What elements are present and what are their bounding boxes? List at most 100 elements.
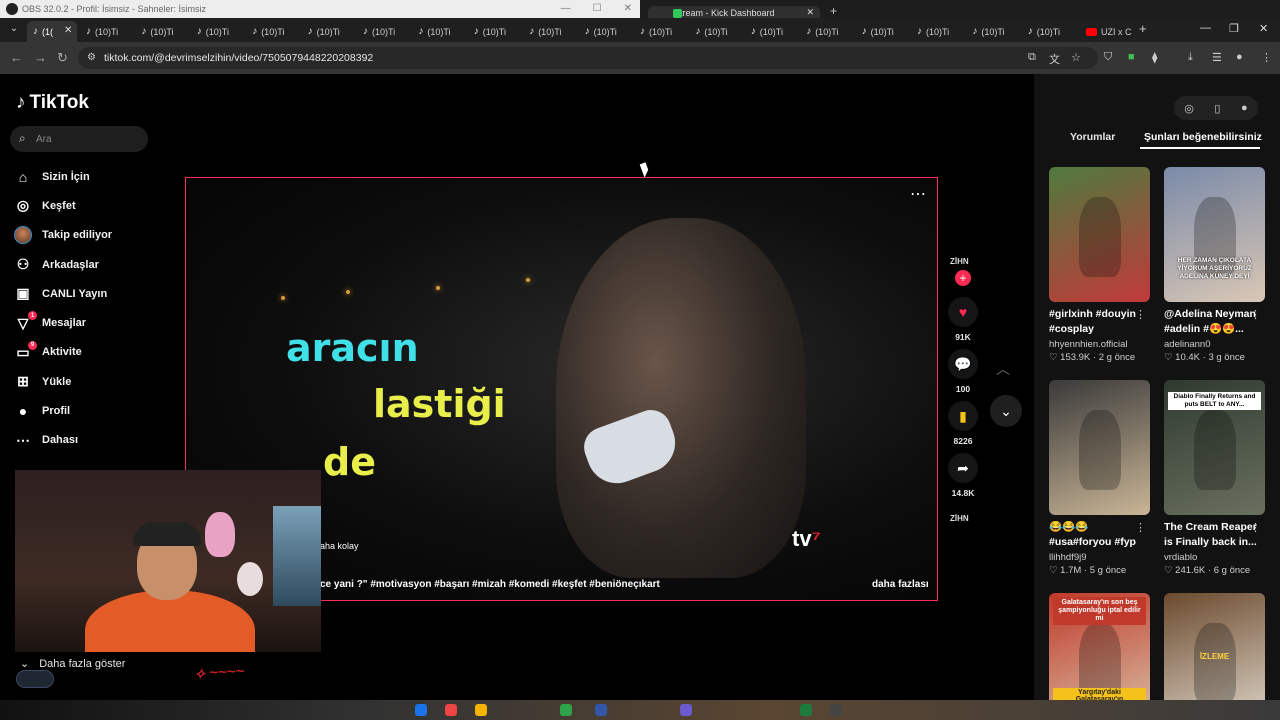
browser-tab[interactable]: ♪ (10)Ti <box>80 21 132 42</box>
sidebar-item-profile[interactable]: ● Profil <box>14 396 174 425</box>
install-app-icon[interactable]: ⧉ <box>1028 51 1036 64</box>
share-button[interactable]: ➦ 14.8K <box>947 453 979 498</box>
card-more-icon[interactable]: ⋮ <box>1250 308 1261 321</box>
taskbar-app-icon[interactable] <box>800 704 812 716</box>
tab-comments[interactable]: Yorumlar <box>1070 131 1115 143</box>
sidebar-item-messages[interactable]: ▽ 1 Mesajlar <box>14 308 174 337</box>
forward-icon[interactable]: → <box>34 50 47 65</box>
browser-tab[interactable]: ♪ (10)Ti <box>634 21 686 42</box>
sidebar-item-activity[interactable]: ▭ 9 Aktivite <box>14 338 174 367</box>
menu-icon[interactable]: ⋮ <box>1261 51 1272 64</box>
profile-icon[interactable]: ● <box>1236 51 1243 63</box>
tiktok-logo[interactable]: ♪ TikTok <box>16 92 89 114</box>
url-input[interactable]: ⚙ tiktok.com/@devrimselzihin/video/75050… <box>78 47 1098 69</box>
comment-button[interactable]: 💬 100 <box>947 349 979 394</box>
close-icon[interactable]: ✕ <box>1259 22 1268 35</box>
video-thumbnail[interactable]: Diablo Finally Returns and puts BELT to … <box>1164 380 1265 515</box>
video-thumbnail[interactable] <box>1049 167 1150 302</box>
browser-tab[interactable]: ♪ (10)Ti <box>579 21 631 42</box>
show-more-button[interactable]: ⌄ Daha fazla göster <box>20 657 125 671</box>
sound-disc[interactable]: ZİHN <box>950 514 969 523</box>
device-icon[interactable]: ▯ <box>1214 102 1220 115</box>
extension-green-icon[interactable]: ■ <box>1128 51 1135 63</box>
video-thumbnail[interactable]: HER ZAMAN ÇIKOLATA YİYORUM AŞERİYORUZ AD… <box>1164 167 1265 302</box>
browser-tab[interactable]: ♪ (10)Ti <box>856 21 908 42</box>
bookmark-star-icon[interactable]: ☆ <box>1071 51 1081 64</box>
browser-tab[interactable]: ♪ (10)Ti <box>246 21 298 42</box>
close-icon[interactable]: ✕ <box>806 7 814 18</box>
taskbar-app-icon[interactable] <box>475 704 487 716</box>
browser-tab[interactable]: ♪ (10)Ti <box>1022 21 1074 42</box>
card-author[interactable]: llihhdf9j9 <box>1049 552 1150 563</box>
maximize-icon[interactable]: ❐ <box>1229 22 1239 35</box>
taskbar-app-icon[interactable] <box>560 704 572 716</box>
close-icon[interactable]: ✕ <box>624 3 632 14</box>
taskbar-app-icon[interactable] <box>830 704 842 716</box>
browser-tab[interactable]: ♪ (10)Ti <box>357 21 409 42</box>
taskbar-app-icon[interactable] <box>680 704 692 716</box>
sidebar-item-upload[interactable]: ⊞ Yükle <box>14 367 174 396</box>
media-icon[interactable]: ☰ <box>1212 51 1222 64</box>
shield-icon[interactable]: ⛉ <box>1104 51 1112 64</box>
sidebar-item-compass[interactable]: ◎ Keşfet <box>14 191 174 220</box>
sidebar-item-live[interactable]: ▣ CANLI Yayın <box>14 279 174 308</box>
taskbar-app-icon[interactable] <box>445 704 457 716</box>
follow-plus-icon[interactable]: + <box>955 270 971 286</box>
browser-tab[interactable]: ♪ (10)Ti <box>302 21 354 42</box>
discover-icon[interactable]: ◎ <box>1184 102 1194 115</box>
minimize-icon[interactable]: — <box>1200 22 1211 34</box>
browser-tab[interactable]: ♪ (10)Ti <box>689 21 741 42</box>
new-tab-icon[interactable]: + <box>830 4 837 18</box>
browser-tab[interactable]: ♪ (10)Ti <box>135 21 187 42</box>
video-more-icon[interactable]: ⋯ <box>910 184 926 204</box>
extensions-icon[interactable]: ⧫ <box>1152 51 1157 64</box>
card-author[interactable]: adelinann0 <box>1164 339 1265 350</box>
video-thumbnail[interactable] <box>1049 380 1150 515</box>
browser-tab[interactable]: ♪ (10)Ti <box>523 21 575 42</box>
taskbar-app-icon[interactable] <box>595 704 607 716</box>
search-input[interactable]: ⌕ Ara <box>10 126 148 152</box>
card-more-icon[interactable]: ⋮ <box>1135 521 1146 534</box>
video-card[interactable]: 😂😂😂 #usa#foryou #fyp ⋮ llihhdf9j9 ♡ 1.7M · … <box>1049 380 1150 576</box>
creator-avatar[interactable]: ZİHN <box>950 257 969 266</box>
video-card[interactable]: #girlxinh #douyin #cosplay ⋮ hhyennhien.of… <box>1049 167 1150 363</box>
sidebar-item-home[interactable]: ⌂ Sizin İçin <box>14 162 174 191</box>
minimize-icon[interactable]: — <box>561 3 571 14</box>
video-card[interactable]: HER ZAMAN ÇIKOLATA YİYORUM AŞERİYORUZ AD… <box>1164 167 1265 363</box>
video-hashtags[interactable]: ce yani ?" #motivasyon #başarı #mizah #k… <box>320 579 660 590</box>
taskbar-app-icon[interactable] <box>415 704 427 716</box>
like-button[interactable]: ♥ 91K <box>947 297 979 342</box>
sidebar-item-friends[interactable]: ⚇ Arkadaşlar <box>14 250 174 279</box>
save-button[interactable]: ▮ 8226 <box>947 401 979 446</box>
translate-icon[interactable]: 文 <box>1049 51 1060 67</box>
browser-tab[interactable]: ♪ (10)Ti <box>911 21 963 42</box>
browser-tab[interactable]: ♪ (10)Ti <box>966 21 1018 42</box>
card-author[interactable]: hhyennhien.official <box>1049 339 1150 350</box>
maximize-icon[interactable]: ☐ <box>593 3 602 14</box>
browser-tab[interactable]: ♪ (10)Ti <box>468 21 520 42</box>
back-icon[interactable]: ← <box>10 50 23 65</box>
close-icon[interactable]: ✕ <box>64 25 72 36</box>
tab-suggested[interactable]: Şunları beğenebilirsiniz <box>1144 131 1262 143</box>
sidebar-item-more[interactable]: ⋯ Dahası <box>14 426 174 455</box>
card-author[interactable]: vrdiablo <box>1164 552 1265 563</box>
site-info-icon[interactable]: ⚙ <box>87 52 96 63</box>
tab-search-icon[interactable]: ⌄ <box>6 23 22 37</box>
card-more-icon[interactable]: ⋮ <box>1250 521 1261 534</box>
avatar[interactable]: ● <box>1241 102 1248 114</box>
video-card[interactable]: Diablo Finally Returns and puts BELT to … <box>1164 380 1265 576</box>
browser-tab[interactable]: ♪ (10)Ti <box>191 21 243 42</box>
browser-tab[interactable]: ♪ (10)Ti <box>800 21 852 42</box>
reload-icon[interactable]: ↻ <box>57 50 68 66</box>
card-more-icon[interactable]: ⋮ <box>1135 308 1146 321</box>
chevron-up-icon[interactable]: ︿ <box>996 359 1010 379</box>
download-icon[interactable]: ⤓ <box>1188 51 1193 64</box>
browser-tab[interactable]: UZI x C <box>1080 21 1132 42</box>
new-tab-icon[interactable]: + <box>1139 21 1147 36</box>
chevron-down-icon[interactable]: ⌄ <box>990 395 1022 427</box>
see-more-link[interactable]: daha fazlası <box>872 579 929 590</box>
app-toggle-icon[interactable] <box>16 670 54 688</box>
browser-tab[interactable]: ♪ (10)Ti <box>412 21 464 42</box>
sidebar-item-following[interactable]: Takip ediliyor <box>14 221 174 250</box>
browser-tab[interactable]: ♪ (10)Ti <box>745 21 797 42</box>
